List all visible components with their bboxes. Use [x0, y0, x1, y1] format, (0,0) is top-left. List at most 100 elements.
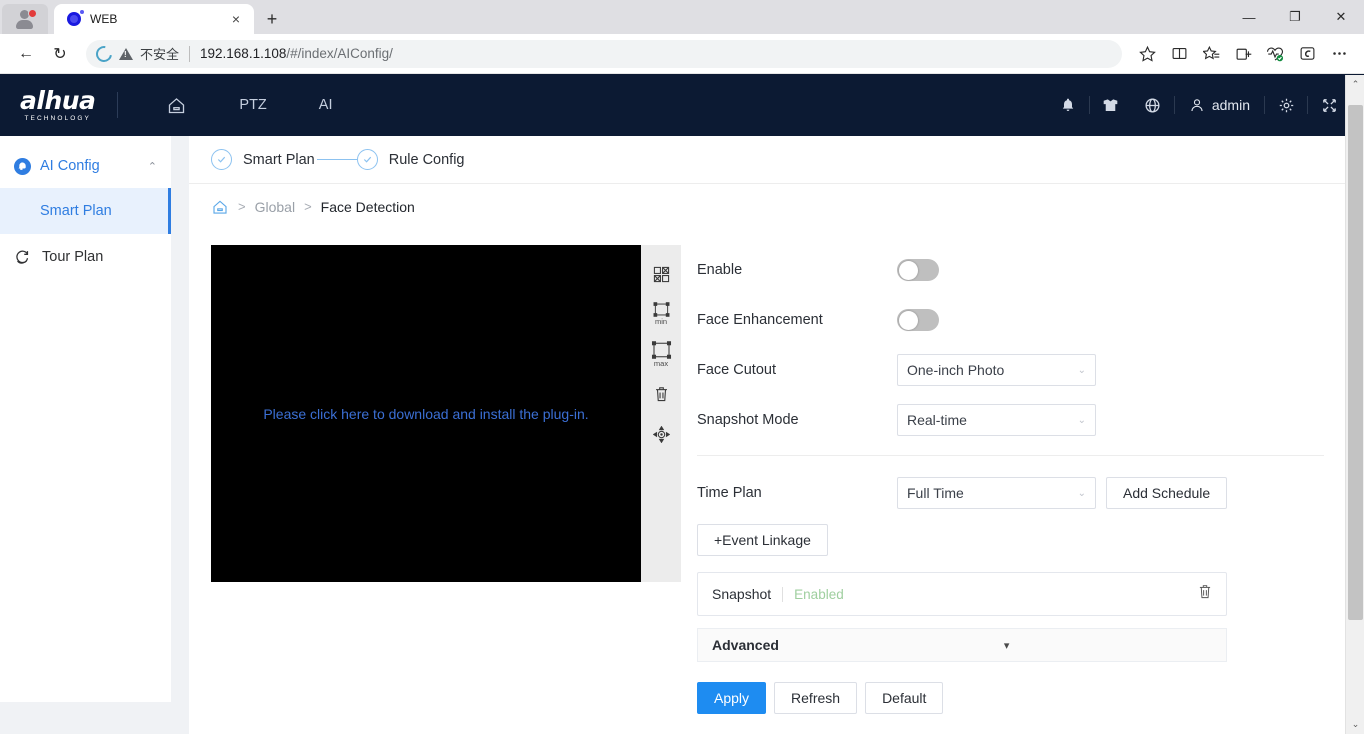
delete-trash-icon[interactable] — [646, 379, 676, 409]
tool-caption: max — [654, 360, 668, 368]
video-preview[interactable]: Please click here to download and instal… — [211, 245, 641, 582]
sidebar-item-smart-plan[interactable]: Smart Plan — [0, 188, 171, 234]
browser-tab-strip: WEB × + — ❐ ✕ — [0, 0, 1364, 34]
sidebar-item-tour-plan[interactable]: Tour Plan — [0, 234, 171, 280]
default-button[interactable]: Default — [865, 682, 943, 714]
section-divider — [697, 455, 1324, 456]
minimize-button[interactable]: — — [1226, 0, 1272, 34]
field-label: Time Plan — [697, 485, 897, 501]
app-header-actions: admin — [1047, 85, 1350, 125]
divider — [189, 46, 190, 62]
scroll-up-icon[interactable]: ⌃ — [1346, 75, 1364, 94]
fullscreen-icon[interactable] — [1308, 85, 1350, 125]
url-path: /#/index/AIConfig/ — [286, 46, 393, 61]
stepper-connector — [317, 159, 357, 160]
home-icon[interactable] — [211, 198, 229, 216]
apply-button[interactable]: Apply — [697, 682, 766, 714]
enable-toggle[interactable] — [897, 259, 939, 281]
delete-linkage-icon[interactable] — [1198, 584, 1212, 604]
ai-head-icon — [14, 158, 31, 175]
bell-icon[interactable] — [1047, 85, 1089, 125]
profile-avatar-button[interactable] — [2, 4, 48, 34]
avatar — [14, 9, 36, 29]
chevron-up-icon[interactable]: ⌃ — [148, 160, 157, 173]
favorite-star-icon[interactable] — [1132, 39, 1162, 69]
select-value: Real-time — [907, 412, 967, 428]
check-circle-icon — [211, 149, 232, 170]
divider — [117, 92, 118, 118]
copilot-icon[interactable] — [1292, 39, 1322, 69]
browser-tab[interactable]: WEB × — [54, 4, 254, 34]
nav-home[interactable] — [140, 74, 213, 136]
max-size-rect-icon[interactable]: max — [646, 339, 676, 369]
app-nav: PTZ AI — [140, 74, 358, 136]
settings-form: Enable Face Enhancement Face Cutout One-… — [681, 245, 1324, 734]
sidebar-group-ai-config[interactable]: AI Config ⌃ — [0, 144, 171, 188]
user-icon — [1189, 97, 1205, 113]
breadcrumb-item-global[interactable]: Global — [255, 199, 295, 215]
settings-more-icon[interactable] — [1324, 39, 1354, 69]
min-size-rect-icon[interactable]: min — [646, 299, 676, 329]
step-rule-config[interactable]: Rule Config — [357, 149, 465, 170]
video-preview-column: Please click here to download and instal… — [211, 245, 681, 734]
ie-globe-icon — [66, 11, 82, 27]
url-text: 192.168.1.108/#/index/AIConfig/ — [200, 46, 393, 61]
gear-icon[interactable] — [1265, 85, 1307, 125]
collections-icon[interactable] — [1228, 39, 1258, 69]
scrollbar-thumb[interactable] — [1348, 105, 1363, 620]
window-controls: — ❐ ✕ — [1226, 0, 1364, 34]
add-schedule-button[interactable]: Add Schedule — [1106, 477, 1227, 509]
time-plan-select[interactable]: Full Time ⌄ — [897, 477, 1096, 509]
split-screen-icon[interactable] — [1164, 39, 1194, 69]
field-snapshot-mode: Snapshot Mode Real-time ⌄ — [697, 395, 1324, 445]
new-tab-button[interactable]: + — [258, 5, 286, 33]
check-circle-icon — [357, 149, 378, 170]
globe-icon[interactable] — [1132, 85, 1174, 125]
alarm-badge-icon[interactable] — [1090, 85, 1132, 125]
field-label: Face Cutout — [697, 362, 897, 378]
move-crosshair-icon[interactable] — [646, 419, 676, 449]
url-host: 192.168.1.108 — [200, 46, 286, 61]
field-label: Enable — [697, 262, 897, 278]
select-value: Full Time — [907, 485, 964, 501]
browser-essentials-icon[interactable] — [1260, 39, 1290, 69]
close-window-button[interactable]: ✕ — [1318, 0, 1364, 34]
browser-toolbar: ← ↻ 不安全 192.168.1.108/#/index/AIConfig/ — [0, 34, 1364, 74]
panes: Please click here to download and instal… — [189, 229, 1346, 734]
step-smart-plan[interactable]: Smart Plan — [211, 149, 315, 170]
address-bar[interactable]: 不安全 192.168.1.108/#/index/AIConfig/ — [86, 40, 1122, 68]
not-secure-warning-icon[interactable] — [119, 48, 133, 60]
add-event-linkage-button[interactable]: +Event Linkage — [697, 524, 828, 556]
user-name: admin — [1212, 97, 1250, 113]
video-toolbar: min max — [641, 245, 681, 582]
face-cutout-select[interactable]: One-inch Photo ⌄ — [897, 354, 1096, 386]
user-menu[interactable]: admin — [1175, 97, 1264, 113]
step-label: Smart Plan — [243, 152, 315, 168]
scroll-down-icon[interactable]: ⌄ — [1346, 715, 1364, 734]
snapshot-mode-select[interactable]: Real-time ⌄ — [897, 404, 1096, 436]
linkage-title: Snapshot — [712, 586, 771, 602]
back-icon[interactable]: ← — [10, 38, 42, 70]
page-scrollbar[interactable]: ⌃ ⌄ — [1345, 75, 1364, 734]
config-card: Smart Plan Rule Config > Global > Face D… — [189, 136, 1346, 734]
nav-ptz[interactable]: PTZ — [213, 74, 292, 136]
reload-icon[interactable]: ↻ — [44, 38, 76, 70]
nav-ai[interactable]: AI — [293, 74, 359, 136]
tab-title: WEB — [90, 12, 218, 26]
advanced-section-toggle[interactable]: Advanced ▾ — [697, 628, 1227, 662]
tour-refresh-icon — [14, 249, 31, 266]
chevron-down-icon: ▾ — [1004, 639, 1010, 652]
favorites-list-icon[interactable] — [1196, 39, 1226, 69]
step-label: Rule Config — [389, 152, 465, 168]
divider — [782, 587, 783, 602]
close-icon[interactable]: × — [226, 9, 246, 29]
face-enhancement-toggle[interactable] — [897, 309, 939, 331]
grid-area-icon[interactable] — [646, 259, 676, 289]
dahua-logo: alhua TECHNOLOGY — [20, 88, 95, 122]
breadcrumb-separator: > — [238, 199, 246, 214]
plugin-download-link[interactable]: Please click here to download and instal… — [263, 406, 588, 422]
maximize-button[interactable]: ❐ — [1272, 0, 1318, 34]
notification-dot-icon — [28, 9, 37, 18]
refresh-button[interactable]: Refresh — [774, 682, 857, 714]
sidebar-item-label: Smart Plan — [40, 203, 112, 219]
